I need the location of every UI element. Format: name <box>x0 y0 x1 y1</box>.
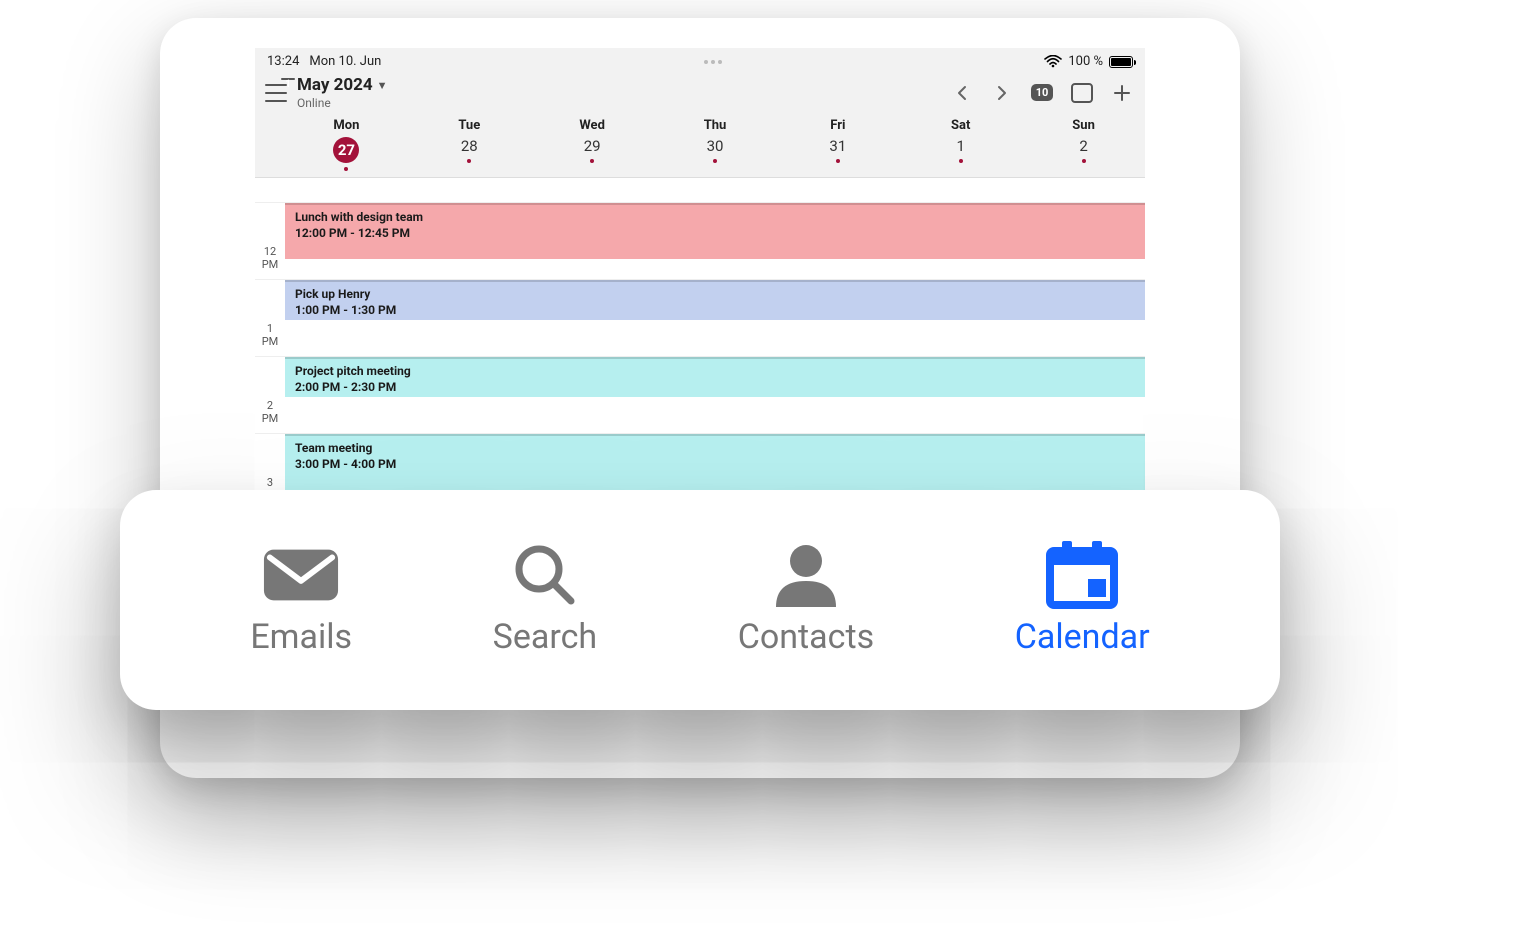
tab-label: Contacts <box>738 617 874 657</box>
hour-row-1pm: 1PM Pick up Henry 1:00 PM - 1:30 PM <box>255 280 1145 357</box>
tab-search[interactable]: Search <box>493 543 597 657</box>
event-lunch[interactable]: Lunch with design team 12:00 PM - 12:45 … <box>285 203 1145 259</box>
day-sat[interactable]: Sat 1 <box>899 118 1022 171</box>
battery-icon <box>1109 56 1133 68</box>
day-name: Mon <box>333 118 359 133</box>
calendar-icon <box>1043 543 1121 607</box>
day-name: Tue <box>458 118 480 133</box>
person-icon <box>767 543 845 607</box>
month-title: May 2024 <box>297 75 373 95</box>
event-time: 2:00 PM - 2:30 PM <box>295 380 1135 394</box>
status-bar: 13:24 Mon 10. Jun 100 % <box>255 48 1145 71</box>
tab-contacts[interactable]: Contacts <box>738 543 874 657</box>
bottom-tab-bar: Emails Search Contacts Calendar <box>120 490 1280 710</box>
event-dot-icon <box>713 159 717 163</box>
day-mon[interactable]: Mon 27 <box>285 118 408 171</box>
prev-week-button[interactable] <box>951 82 973 104</box>
event-time: 1:00 PM - 1:30 PM <box>295 303 1135 317</box>
event-dot-icon <box>467 159 471 163</box>
status-date: Mon 10. Jun <box>309 54 381 69</box>
day-number: 28 <box>461 137 478 155</box>
day-name: Thu <box>704 118 727 133</box>
next-week-button[interactable] <box>991 82 1013 104</box>
event-dot-icon <box>1082 159 1086 163</box>
event-pitch[interactable]: Project pitch meeting 2:00 PM - 2:30 PM <box>285 357 1145 397</box>
day-name: Sat <box>951 118 970 133</box>
view-toggle-button[interactable] <box>1071 82 1093 104</box>
search-icon <box>506 543 584 607</box>
day-name: Sun <box>1072 118 1095 133</box>
multitask-dots-icon[interactable] <box>381 60 1044 64</box>
hour-label: 12PM <box>255 203 285 279</box>
event-title: Team meeting <box>295 441 1135 455</box>
event-title: Project pitch meeting <box>295 364 1135 378</box>
event-title: Lunch with design team <box>295 210 1135 224</box>
tab-label: Emails <box>250 617 352 657</box>
rectangle-icon <box>1071 83 1093 103</box>
connection-status: Online <box>297 96 388 110</box>
day-name: Wed <box>579 118 605 133</box>
event-dot-icon <box>590 159 594 163</box>
month-picker[interactable]: May 2024 ▼ <box>297 75 388 95</box>
tab-emails[interactable]: Emails <box>250 543 352 657</box>
event-dot-icon <box>344 167 348 171</box>
hour-label: 1PM <box>255 280 285 356</box>
day-number: 2 <box>1079 137 1087 155</box>
day-number: 1 <box>957 137 965 155</box>
day-wed[interactable]: Wed 29 <box>531 118 654 171</box>
today-button[interactable]: 10 <box>1031 82 1053 104</box>
day-number: 29 <box>584 137 601 155</box>
today-badge: 10 <box>1031 84 1054 101</box>
tab-calendar[interactable]: Calendar <box>1015 543 1150 657</box>
event-time: 12:00 PM - 12:45 PM <box>295 226 1135 240</box>
event-pickup[interactable]: Pick up Henry 1:00 PM - 1:30 PM <box>285 280 1145 320</box>
menu-badge: 1 <box>281 78 295 80</box>
day-number: 31 <box>829 137 846 155</box>
hour-row-12pm: 12PM Lunch with design team 12:00 PM - 1… <box>255 203 1145 280</box>
day-fri[interactable]: Fri 31 <box>776 118 899 171</box>
chevron-down-icon: ▼ <box>377 79 388 92</box>
event-dot-icon <box>959 159 963 163</box>
week-row: Mon 27 Tue 28 Wed 29 Thu 30 Fri 31 <box>255 112 1145 177</box>
day-sun[interactable]: Sun 2 <box>1022 118 1145 171</box>
event-time: 3:00 PM - 4:00 PM <box>295 457 1135 471</box>
day-thu[interactable]: Thu 30 <box>654 118 777 171</box>
day-name: Fri <box>830 118 845 133</box>
hour-row-pre <box>255 178 1145 203</box>
calendar-header: 1 May 2024 ▼ Online 10 <box>255 71 1145 112</box>
menu-button[interactable]: 1 <box>265 84 291 102</box>
hour-label: 2PM <box>255 357 285 433</box>
status-time: 13:24 <box>267 54 299 69</box>
tab-label: Search <box>493 617 597 657</box>
hour-row-2pm: 2PM Project pitch meeting 2:00 PM - 2:30… <box>255 357 1145 434</box>
day-number: 27 <box>333 137 359 163</box>
add-event-button[interactable] <box>1111 82 1133 104</box>
day-number: 30 <box>707 137 724 155</box>
event-title: Pick up Henry <box>295 287 1135 301</box>
event-dot-icon <box>836 159 840 163</box>
battery-percent: 100 % <box>1068 54 1103 69</box>
mail-icon <box>262 543 340 607</box>
wifi-icon <box>1044 55 1062 68</box>
day-tue[interactable]: Tue 28 <box>408 118 531 171</box>
tab-label: Calendar <box>1015 617 1150 657</box>
